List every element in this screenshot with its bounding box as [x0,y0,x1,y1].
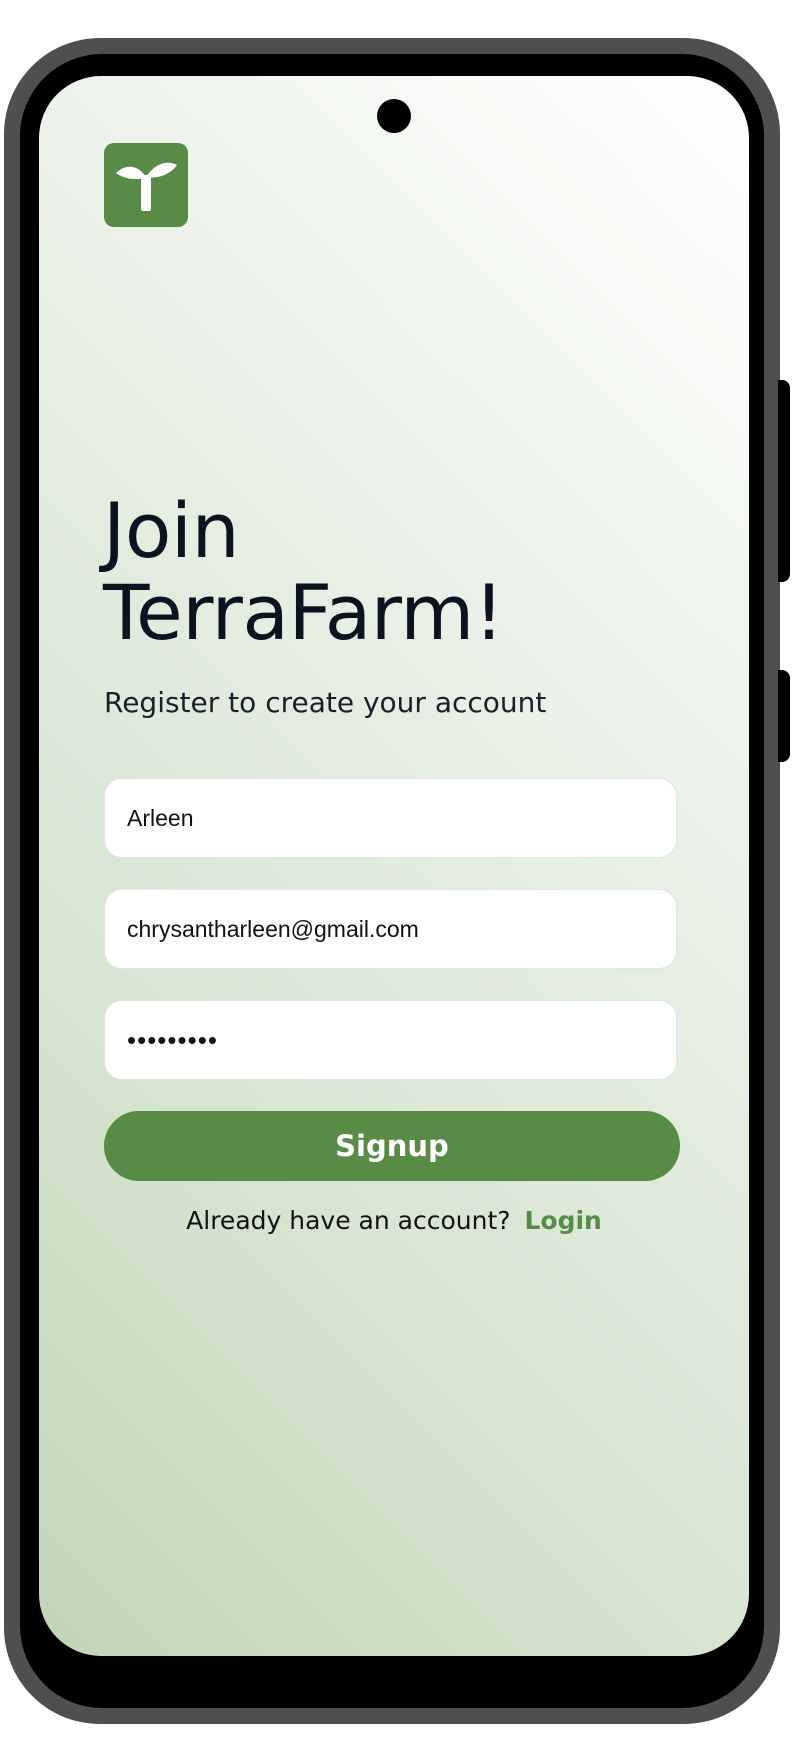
power-button [778,670,790,762]
email-field[interactable] [104,889,677,969]
name-field[interactable] [104,778,677,858]
page-title: Join TerraFarm! [103,490,504,654]
page-title-line-1: Join [103,486,240,575]
login-link[interactable]: Login [524,1206,601,1235]
volume-button [778,380,790,582]
signup-button[interactable]: Signup [104,1111,680,1181]
app-logo [104,143,188,227]
front-camera [377,99,411,133]
page-title-line-2: TerraFarm! [103,568,504,657]
sprout-icon [116,162,177,211]
screen: Join TerraFarm! Register to create your … [39,76,749,1656]
password-field[interactable] [104,1000,677,1080]
login-prompt: Already have an account? Login [39,1206,749,1235]
login-prompt-text: Already have an account? [186,1206,511,1235]
page-subtitle: Register to create your account [104,686,547,719]
